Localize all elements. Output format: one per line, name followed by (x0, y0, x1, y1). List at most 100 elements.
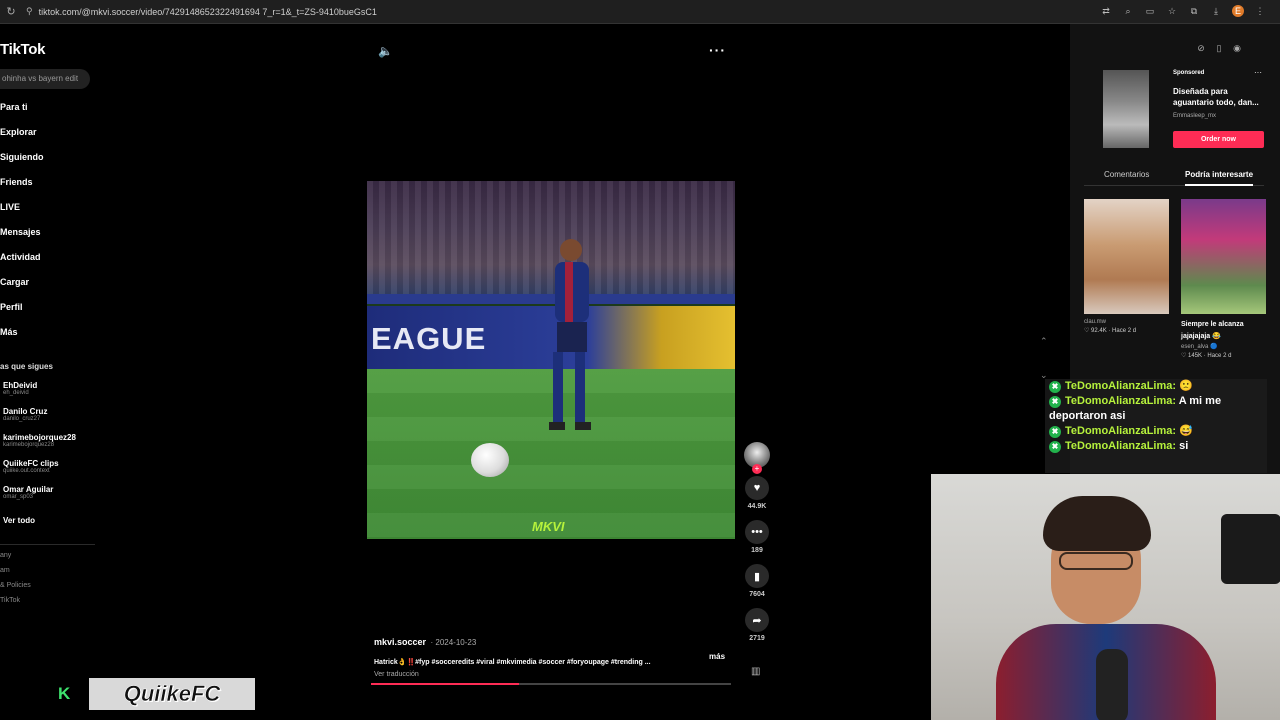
chat-badge-icon: ✖ (1049, 381, 1061, 393)
share-icon[interactable]: ➦ (745, 608, 769, 632)
nav-item-live[interactable]: LIVE (0, 200, 44, 225)
tab-comentarios[interactable]: Comentarios (1104, 170, 1149, 179)
video-watermark: MKVI (532, 519, 565, 534)
suggested-thumbnail[interactable] (1181, 199, 1266, 314)
account-handle: eh_deivid (3, 390, 29, 396)
url-text: tiktok.com/@mkvi.soccer/video/7429148652… (38, 6, 377, 17)
webcam-hair (1043, 496, 1151, 551)
comment-icon[interactable]: ••• (745, 520, 769, 544)
more-link[interactable]: más (709, 652, 725, 661)
suggested-meta: ♡ 92.4K · Hace 2 d (1084, 328, 1137, 334)
heart-icon[interactable]: ♥ (745, 476, 769, 500)
following-account[interactable]: Omar Aguilar omar_sp03 (3, 485, 76, 511)
suggested-user[interactable]: clau.mw (1084, 319, 1169, 325)
following-list: EhDeivid eh_deivid Danilo Cruz danilo_cr… (3, 381, 76, 511)
ad-thumbnail[interactable] (1103, 70, 1149, 148)
search-input[interactable]: ohinha vs bayern edit (0, 69, 90, 89)
tab-podria-interesarte[interactable]: Podría interesarte (1185, 170, 1254, 186)
brand-logo-icon: K (58, 684, 71, 703)
bookmark-icon[interactable]: ▮ (745, 564, 769, 588)
video-player[interactable]: EAGUE MKVI (367, 181, 735, 539)
following-account[interactable]: EhDeivid eh_deivid (3, 381, 76, 407)
nav-item-friends[interactable]: Friends (0, 175, 44, 200)
volume-icon[interactable]: 🔈 (378, 44, 393, 58)
following-account[interactable]: QuiikeFC clips quiike.out.context (3, 459, 76, 485)
account-name: QuiikeFC clips (3, 459, 59, 468)
ad-sponsored-label: Sponsored (1173, 70, 1205, 76)
device-icon[interactable]: ▯ (1213, 43, 1225, 55)
footer-link[interactable]: any (0, 552, 31, 567)
suggested-user[interactable]: esen_alva 🔵 (1181, 343, 1266, 350)
video-progress-fill (371, 683, 519, 685)
sidebar-divider (0, 544, 95, 545)
save-count: 7604 (749, 591, 765, 598)
video-ball (471, 443, 509, 477)
left-sidebar: TikTok ohinha vs bayern edit Para ti Exp… (0, 24, 100, 720)
footer-link[interactable]: & Policies (0, 582, 31, 597)
nav-item-actividad[interactable]: Actividad (0, 250, 44, 275)
account-name: karimebojorquez28 (3, 433, 76, 442)
ad-handle[interactable]: Emmasleep_mx (1173, 113, 1216, 119)
share-count: 2719 (749, 635, 765, 642)
following-account[interactable]: karimebojorquez28 karimebojorquez28 (3, 433, 76, 459)
video-description: Hatrick👌‼️#fyp #socceredits #viral #mkvi… (374, 659, 651, 666)
see-all-link[interactable]: Ver todo (3, 516, 35, 525)
follow-plus-icon[interactable]: + (752, 464, 762, 474)
right-tabs: Comentarios Podría interesarte (1084, 166, 1264, 186)
video-progress-bar[interactable] (371, 683, 731, 685)
main-nav: Para ti Explorar Siguiendo Friends LIVE … (0, 100, 44, 350)
menu-icon[interactable]: ⋮ (1254, 5, 1266, 17)
chat-message: ✖ TeDomoAlianzaLima: A mi me deportaron a… (1045, 394, 1267, 424)
downloads-icon[interactable]: ⤓ (1210, 5, 1222, 17)
comment-action: ••• 189 (742, 520, 772, 564)
zoom-icon[interactable]: ⌕ (1122, 5, 1134, 17)
translate-icon[interactable]: ⇄ (1100, 5, 1112, 17)
nav-item-siguiendo[interactable]: Siguiendo (0, 150, 44, 175)
chat-message: ✖ TeDomoAlianzaLima: si (1045, 439, 1267, 454)
reload-icon[interactable]: ↻ (0, 5, 22, 18)
suggested-video-card[interactable]: clau.mw ♡ 92.4K · Hace 2 d (1084, 199, 1169, 334)
chat-badge-icon: ✖ (1049, 396, 1061, 408)
cast-icon[interactable]: ▭ (1144, 5, 1156, 17)
account-handle: quiike.out.context (3, 468, 50, 474)
footer-link[interactable]: TikTok (0, 597, 31, 612)
nav-item-mensajes[interactable]: Mensajes (0, 225, 44, 250)
webcam-background-jersey (1221, 514, 1280, 584)
suggested-video-card[interactable]: Siempre le alcanza jajajajaja 😂 esen_alv… (1181, 199, 1266, 359)
user-avatar-icon[interactable]: ◉ (1231, 43, 1243, 55)
ad-more-icon[interactable]: ··· (1254, 68, 1262, 77)
post-date: · 2024-10-23 (430, 638, 477, 647)
nav-item-mas[interactable]: Más (0, 325, 44, 350)
tiktok-logo[interactable]: TikTok (0, 41, 45, 58)
nav-item-perfil[interactable]: Perfil (0, 300, 44, 325)
order-now-button[interactable]: Order now (1173, 131, 1264, 148)
video-caption: mkvi.soccer · 2024-10-23 Hatrick👌‼️#fyp … (374, 632, 729, 678)
chat-text: 🙁 (1179, 380, 1193, 392)
ad-title[interactable]: Diseñada para aguantario todo, dan... (1173, 86, 1265, 108)
browser-toolbar: ↻ ⚲ tiktok.com/@mkvi.soccer/video/742914… (0, 0, 1280, 24)
suggested-thumbnail[interactable] (1084, 199, 1169, 314)
nav-item-para-ti[interactable]: Para ti (0, 100, 44, 125)
webcam-overlay (931, 474, 1280, 720)
profile-avatar[interactable]: E (1232, 5, 1244, 17)
site-info-icon[interactable]: ⚲ (26, 6, 33, 17)
translate-link[interactable]: Ver traducción (374, 671, 729, 678)
bookmark-star-icon[interactable]: ☆ (1166, 5, 1178, 17)
chat-text: si (1179, 440, 1189, 452)
footer-link[interactable]: am (0, 567, 31, 582)
stats-icon[interactable]: ▥ (751, 666, 760, 677)
chat-username: TeDomoAlianzaLima: (1065, 440, 1177, 452)
creator-avatar[interactable]: + (744, 442, 770, 474)
extensions-icon[interactable]: ⧉ (1188, 5, 1200, 17)
scroll-up-icon[interactable]: ⌃ (1040, 336, 1048, 347)
right-top-icons: ⊘ ▯ ◉ (1195, 43, 1243, 55)
chat-badge-icon: ✖ (1049, 441, 1061, 453)
compass-icon[interactable]: ⊘ (1195, 43, 1207, 55)
address-bar[interactable]: ⚲ tiktok.com/@mkvi.soccer/video/74291486… (26, 6, 377, 17)
following-account[interactable]: Danilo Cruz danilo_cruz27 (3, 407, 76, 433)
nav-item-cargar[interactable]: Cargar (0, 275, 44, 300)
author-name[interactable]: mkvi.soccer (374, 637, 426, 647)
nav-item-explorar[interactable]: Explorar (0, 125, 44, 150)
following-title: as que sigues (0, 362, 53, 371)
more-options-icon[interactable]: ··· (709, 42, 726, 58)
